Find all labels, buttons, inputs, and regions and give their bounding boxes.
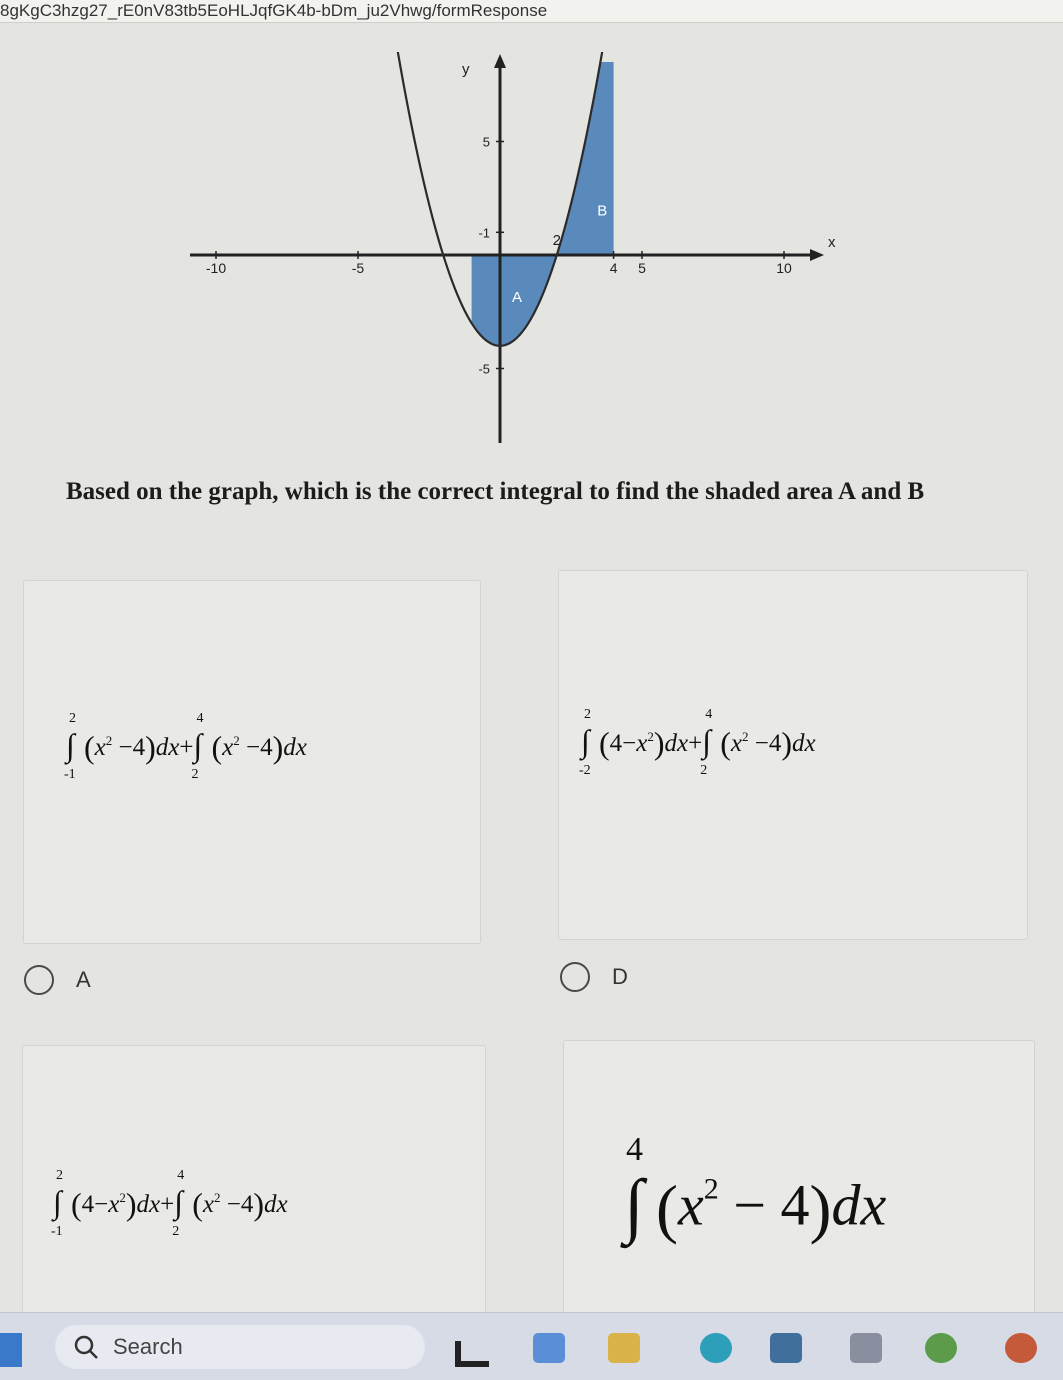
integral-sign: ∫ 2 -1 (64, 711, 76, 783)
y-axis-label: y (462, 61, 470, 78)
x-tick-label: -5 (352, 260, 365, 276)
search-icon (74, 1335, 98, 1359)
option-d-card[interactable]: ∫ 2 -2 (4−x2)dx+ ∫ 4 2 (x2 −4)dx (558, 570, 1028, 940)
option-a-formula: ∫ 2 -1 (x2 −4)dx+ ∫ 4 2 (x2 −4)dx (64, 711, 307, 783)
store-icon[interactable] (770, 1333, 802, 1363)
option-a-card[interactable]: ∫ 2 -1 (x2 −4)dx+ ∫ 4 2 (x2 −4)dx (23, 580, 481, 944)
x-tick-label: -10 (206, 260, 226, 276)
task-view-icon[interactable] (455, 1341, 489, 1367)
url-bar[interactable]: 8gKgC3hzg27_rE0nV83tb5EoHLJqfGK4b-bDm_ju… (0, 0, 1063, 23)
start-icon[interactable] (0, 1333, 22, 1367)
option-a-label: A (76, 967, 91, 992)
x-tick-label: 4 (610, 260, 618, 276)
option-c-card[interactable]: ∫ 2 -1 (4−x2)dx+ ∫ 4 2 (x2 −4)dx (22, 1045, 486, 1315)
integral-sign: ∫ 4 2 (700, 707, 713, 779)
integral-sign: ∫ 4 2 (191, 711, 204, 783)
chrome-icon[interactable] (925, 1333, 957, 1363)
app-icon[interactable] (850, 1333, 882, 1363)
taskbar-search[interactable]: Search (55, 1325, 425, 1369)
x-axis-label: x (828, 234, 836, 251)
y-tick-label: -5 (478, 362, 490, 377)
integral-sign: ∫ 2 -2 (579, 707, 591, 779)
integral-sign: ∫ 4 (624, 1131, 644, 1245)
option-c-formula: ∫ 2 -1 (4−x2)dx+ ∫ 4 2 (x2 −4)dx (51, 1168, 288, 1240)
integral-sign: ∫ 4 2 (172, 1168, 185, 1240)
option-a-radio[interactable] (24, 965, 54, 995)
annotation-label: B (597, 203, 607, 220)
option-a-radio-row[interactable]: A (24, 965, 91, 995)
y-tick-label: -1 (478, 225, 490, 240)
chrome-profile-icon[interactable] (1005, 1333, 1037, 1363)
search-label: Search (113, 1334, 183, 1359)
x-axis-arrow (810, 249, 824, 261)
question-text: Based on the graph, which is the correct… (66, 478, 925, 505)
file-explorer-icon[interactable] (608, 1333, 640, 1363)
option-d-radio-row[interactable]: D (560, 962, 628, 992)
integral-sign: ∫ 2 -1 (51, 1168, 63, 1240)
area-graph: x y -10 -5 4 5 10 5 -1 -5 2 A B (190, 52, 836, 443)
url-text: 8gKgC3hzg27_rE0nV83tb5EoHLJqfGK4b-bDm_ju… (0, 1, 548, 20)
x-tick-label: 5 (638, 260, 646, 276)
option-b-card[interactable]: ∫ 4 (x2 − 4)dx (563, 1040, 1035, 1314)
y-axis-arrow (494, 54, 506, 68)
option-d-radio[interactable] (560, 962, 590, 992)
y-tick-label: 5 (483, 135, 490, 150)
weather-icon[interactable] (533, 1333, 565, 1363)
taskbar: Search (0, 1312, 1063, 1380)
edge-icon[interactable] (700, 1333, 732, 1363)
option-d-formula: ∫ 2 -2 (4−x2)dx+ ∫ 4 2 (x2 −4)dx (579, 707, 816, 779)
option-d-label: D (612, 964, 628, 989)
annotation-label: A (512, 289, 522, 306)
x-tick-label: 10 (776, 260, 792, 276)
annotation-label: 2 (553, 232, 561, 249)
option-b-formula: ∫ 4 (x2 − 4)dx (624, 1131, 886, 1251)
